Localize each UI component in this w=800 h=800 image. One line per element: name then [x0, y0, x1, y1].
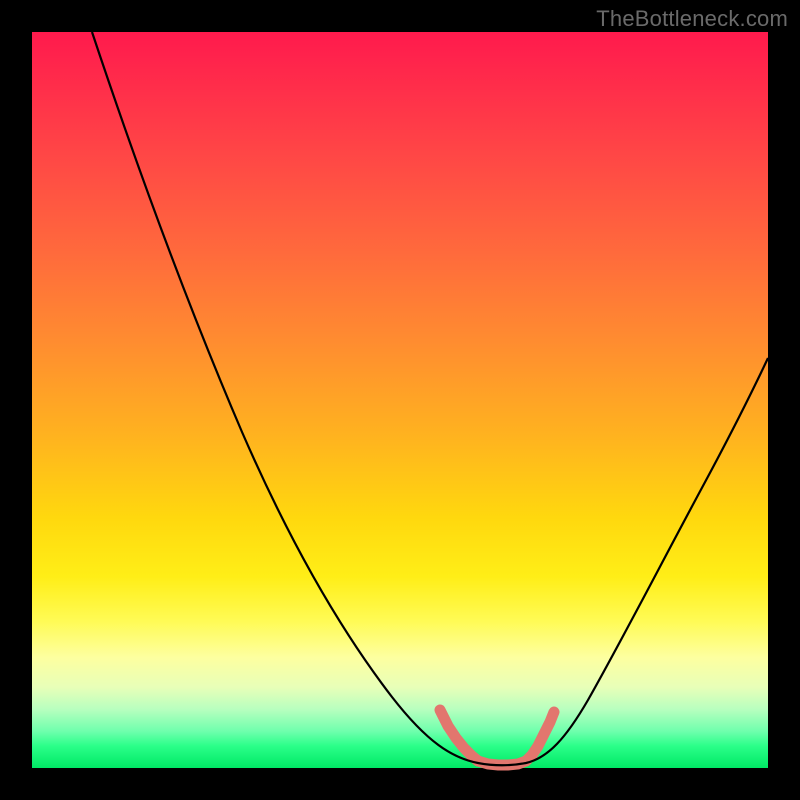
watermark-text: TheBottleneck.com — [596, 6, 788, 32]
highlight-left-segment — [440, 710, 478, 761]
highlight-right-segment — [526, 712, 554, 761]
bottleneck-curve-svg — [32, 32, 768, 768]
plot-area — [32, 32, 768, 768]
chart-frame: TheBottleneck.com — [0, 0, 800, 800]
bottleneck-curve — [92, 32, 768, 765]
